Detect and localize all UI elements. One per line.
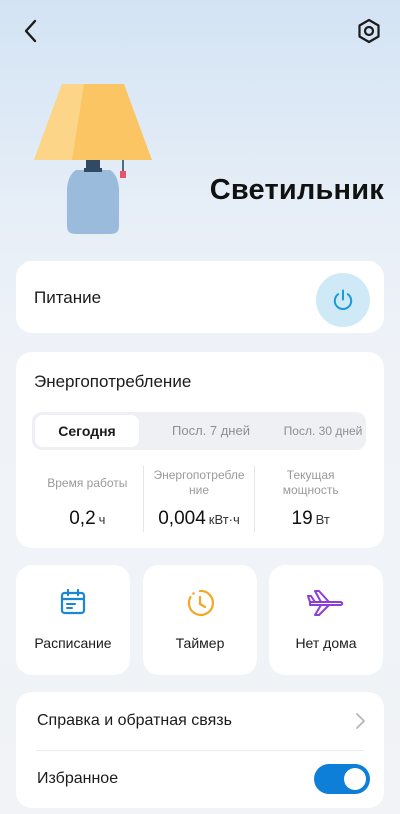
stat-energy: Энергопотребление 0,004 кВт·ч xyxy=(142,466,255,532)
settings-list: Справка и обратная связь Избранное xyxy=(16,692,384,808)
tab-last-7-days[interactable]: Посл. 7 дней xyxy=(142,412,280,450)
tile-label: Нет дома xyxy=(295,635,357,651)
stat-unit: ч xyxy=(98,512,106,527)
stat-uptime: Время работы 0,2 ч xyxy=(32,466,143,532)
stat-number: 19 xyxy=(291,508,313,529)
power-icon xyxy=(333,289,353,311)
tile-icon-wrap xyxy=(16,587,130,619)
stat-label: Время работы xyxy=(47,475,128,490)
energy-title: Энергопотребление xyxy=(34,372,192,391)
top-bar xyxy=(0,0,400,60)
device-hero: Светильник xyxy=(0,60,400,250)
help-feedback-label: Справка и обратная связь xyxy=(37,712,232,729)
schedule-tile[interactable]: Расписание xyxy=(16,565,130,675)
device-title: Светильник xyxy=(209,174,384,206)
stat-label: Текущая мощность xyxy=(282,468,339,497)
tile-icon-wrap xyxy=(143,587,257,619)
energy-card: Энергопотребление Сегодня Посл. 7 дней П… xyxy=(16,352,384,548)
chevron-right-icon xyxy=(356,713,365,729)
toggle-knob xyxy=(344,768,366,790)
back-arrow-icon xyxy=(24,19,37,43)
tile-label: Расписание xyxy=(34,635,112,651)
energy-stats: Время работы 0,2 ч Энергопотребление 0,00… xyxy=(32,466,366,532)
lamp-illustration xyxy=(34,84,152,234)
stat-unit: кВт·ч xyxy=(208,512,240,527)
settings-button[interactable] xyxy=(352,14,386,48)
favorite-toggle[interactable] xyxy=(314,764,370,794)
clock-icon xyxy=(187,589,215,617)
stat-unit: Вт xyxy=(315,512,330,527)
period-tabs: Сегодня Посл. 7 дней Посл. 30 дней xyxy=(32,412,366,450)
tile-label: Таймер xyxy=(175,635,225,651)
hexagon-settings-icon xyxy=(358,18,380,44)
tab-last-30-days[interactable]: Посл. 30 дней xyxy=(280,412,366,450)
stat-current-power: Текущая мощность 19 Вт xyxy=(254,466,366,532)
favorite-row: Избранное xyxy=(16,750,384,808)
power-button[interactable] xyxy=(316,273,370,327)
timer-tile[interactable]: Таймер xyxy=(143,565,257,675)
stat-value: 19 Вт xyxy=(255,508,366,530)
calendar-icon xyxy=(60,588,86,615)
help-feedback-row[interactable]: Справка и обратная связь xyxy=(16,692,384,750)
power-label: Питание xyxy=(34,288,102,307)
tab-today[interactable]: Сегодня xyxy=(35,415,139,447)
stat-number: 0,2 xyxy=(69,508,96,529)
stat-value: 0,2 ч xyxy=(32,508,143,530)
stat-label: Энергопотребление xyxy=(153,468,245,497)
power-card: Питание xyxy=(16,261,384,333)
tile-icon-wrap xyxy=(269,587,383,619)
stat-value: 0,004 кВт·ч xyxy=(144,508,255,530)
away-tile[interactable]: Нет дома xyxy=(269,565,383,675)
back-button[interactable] xyxy=(14,14,48,48)
airplane-icon xyxy=(307,590,344,616)
stat-number: 0,004 xyxy=(158,508,206,529)
favorite-label: Избранное xyxy=(37,770,119,787)
